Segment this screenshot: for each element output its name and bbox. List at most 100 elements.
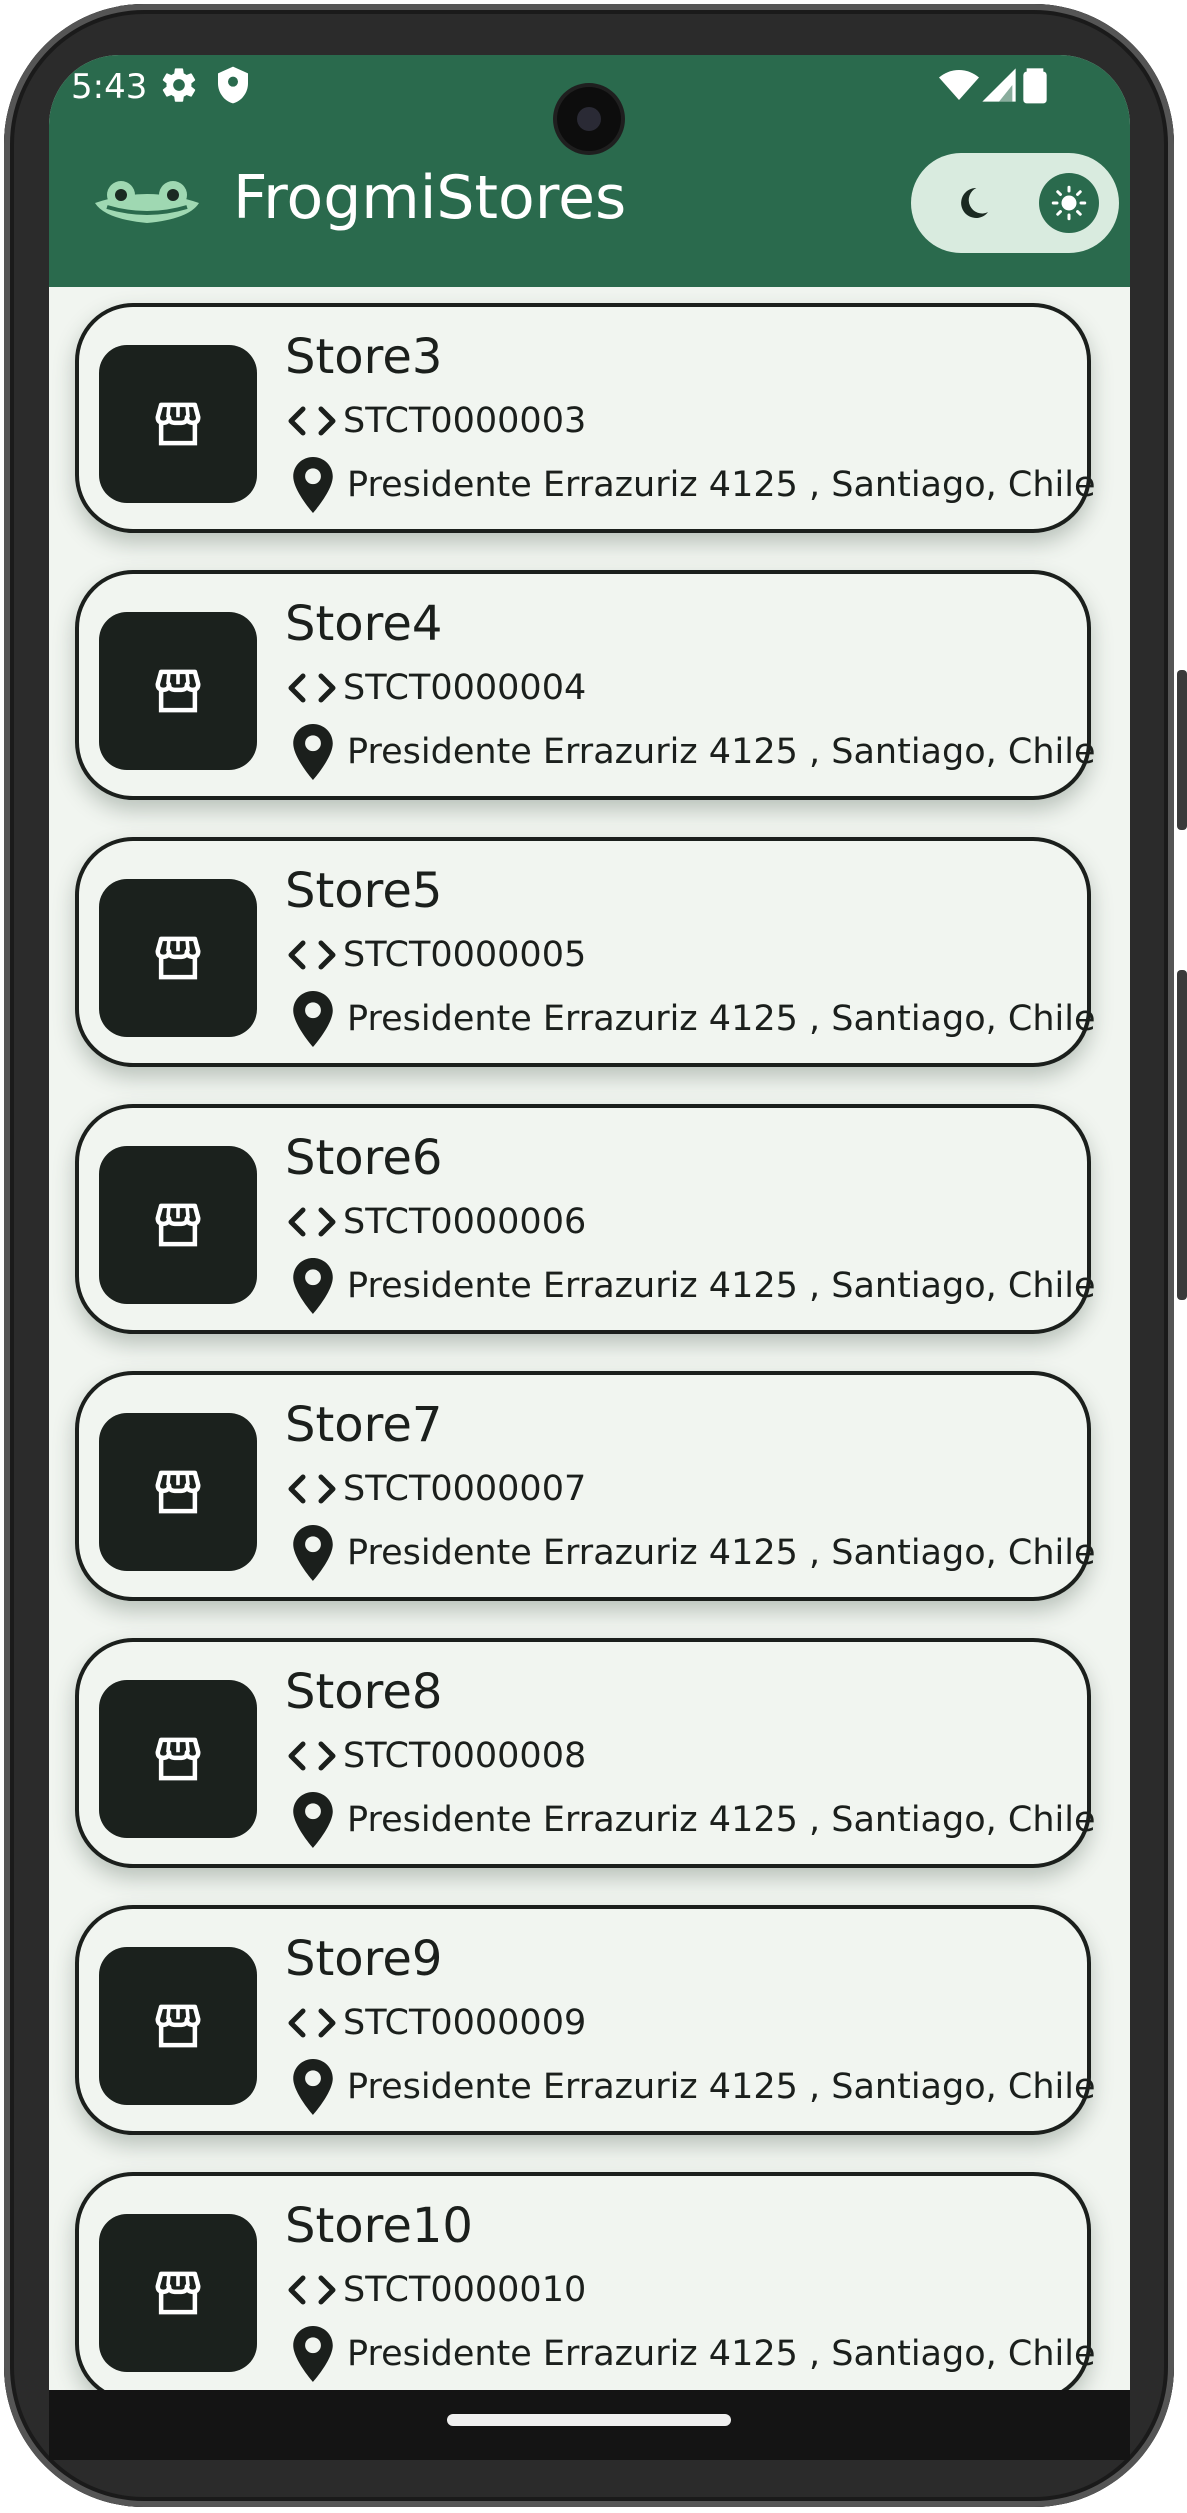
store-code-row: STCT0000008	[285, 1736, 586, 1776]
moon-icon[interactable]	[953, 183, 993, 223]
storefront-icon	[155, 1737, 201, 1781]
code-brackets-icon	[288, 1741, 336, 1771]
store-address: Presidente Errazuriz 4125 , Santiago, Ch…	[347, 732, 1096, 772]
front-camera	[557, 87, 621, 151]
store-card[interactable]: Store9 STCT0000009 Presidente Errazuriz …	[75, 1905, 1095, 2135]
store-code-row: STCT0000006	[285, 1202, 586, 1242]
location-pin-icon	[293, 457, 333, 513]
store-name: Store3	[285, 329, 443, 385]
home-gesture-handle[interactable]	[447, 2414, 731, 2426]
store-code: STCT0000007	[343, 1469, 587, 1509]
storefront-icon	[155, 2004, 201, 2048]
store-code-row: STCT0000003	[285, 401, 586, 441]
store-name: Store9	[285, 1931, 443, 1987]
store-thumbnail	[99, 345, 257, 503]
store-thumbnail	[99, 1146, 257, 1304]
code-brackets-icon	[288, 2275, 336, 2305]
storefront-icon	[155, 1203, 201, 1247]
store-name: Store6	[285, 1130, 443, 1186]
store-thumbnail	[99, 1413, 257, 1571]
store-code-row: STCT0000004	[285, 668, 586, 708]
store-address: Presidente Errazuriz 4125 , Santiago, Ch…	[347, 1533, 1096, 1573]
storefront-icon	[155, 669, 201, 713]
store-code: STCT0000008	[343, 1736, 587, 1776]
store-thumbnail	[99, 879, 257, 1037]
store-card[interactable]: Store5 STCT0000005 Presidente Errazuriz …	[75, 837, 1095, 1067]
location-pin-icon	[293, 1258, 333, 1314]
storefront-icon	[155, 2271, 201, 2315]
store-address: Presidente Errazuriz 4125 , Santiago, Ch…	[347, 2067, 1096, 2107]
store-code-row: STCT0000009	[285, 2003, 586, 2043]
store-code-row: STCT0000010	[285, 2270, 586, 2310]
location-pin-icon	[293, 2059, 333, 2115]
power-button	[1177, 670, 1187, 830]
store-thumbnail	[99, 1680, 257, 1838]
shield-icon	[218, 66, 248, 104]
location-pin-icon	[293, 1525, 333, 1581]
store-card[interactable]: Store4 STCT0000004 Presidente Errazuriz …	[75, 570, 1095, 800]
store-address-row: Presidente Errazuriz 4125 , Santiago, Ch…	[293, 991, 1095, 1047]
store-card[interactable]: Store7 STCT0000007 Presidente Errazuriz …	[75, 1371, 1095, 1601]
app-title: FrogmiStores	[233, 163, 627, 233]
code-brackets-icon	[288, 406, 336, 436]
store-address-row: Presidente Errazuriz 4125 , Santiago, Ch…	[293, 2059, 1095, 2115]
app-bar: 5:43 FrogmiStores	[49, 55, 1130, 287]
location-pin-icon	[293, 1792, 333, 1848]
store-address: Presidente Errazuriz 4125 , Santiago, Ch…	[347, 1266, 1096, 1306]
store-name: Store10	[285, 2198, 473, 2254]
store-address-row: Presidente Errazuriz 4125 , Santiago, Ch…	[293, 1792, 1095, 1848]
store-code-row: STCT0000007	[285, 1469, 586, 1509]
store-code: STCT0000004	[343, 668, 587, 708]
store-address: Presidente Errazuriz 4125 , Santiago, Ch…	[347, 465, 1096, 505]
store-address-row: Presidente Errazuriz 4125 , Santiago, Ch…	[293, 457, 1095, 513]
store-thumbnail	[99, 612, 257, 770]
store-code: STCT0000003	[343, 401, 587, 441]
store-thumbnail	[99, 1947, 257, 2105]
storefront-icon	[155, 402, 201, 446]
store-card[interactable]: Store6 STCT0000006 Presidente Errazuriz …	[75, 1104, 1095, 1334]
store-code: STCT0000005	[343, 935, 587, 975]
volume-button	[1177, 970, 1187, 1300]
store-name: Store8	[285, 1664, 443, 1720]
code-brackets-icon	[288, 673, 336, 703]
wifi-icon	[939, 70, 979, 100]
code-brackets-icon	[288, 2008, 336, 2038]
store-code: STCT0000010	[343, 2270, 587, 2310]
store-address-row: Presidente Errazuriz 4125 , Santiago, Ch…	[293, 1525, 1095, 1581]
store-code: STCT0000009	[343, 2003, 587, 2043]
phone-device: 5:43 FrogmiStores Store3 STCT0000003 Pre…	[0, 0, 1187, 2513]
store-card[interactable]: Store8 STCT0000008 Presidente Errazuriz …	[75, 1638, 1095, 1868]
location-pin-icon	[293, 991, 333, 1047]
battery-icon	[1023, 68, 1047, 104]
sun-toggle-knob[interactable]	[1039, 173, 1099, 233]
location-pin-icon	[293, 2326, 333, 2382]
store-thumbnail	[99, 2214, 257, 2372]
code-brackets-icon	[288, 1474, 336, 1504]
theme-toggle[interactable]	[911, 153, 1119, 253]
store-code: STCT0000006	[343, 1202, 587, 1242]
store-name: Store5	[285, 863, 443, 919]
store-address-row: Presidente Errazuriz 4125 , Santiago, Ch…	[293, 1258, 1095, 1314]
status-time: 5:43	[71, 67, 148, 107]
code-brackets-icon	[288, 1207, 336, 1237]
store-name: Store7	[285, 1397, 443, 1453]
storefront-icon	[155, 936, 201, 980]
store-address: Presidente Errazuriz 4125 , Santiago, Ch…	[347, 1800, 1096, 1840]
location-pin-icon	[293, 724, 333, 780]
store-card[interactable]: Store10 STCT0000010 Presidente Errazuriz…	[75, 2172, 1095, 2390]
signal-icon	[982, 68, 1016, 102]
store-list[interactable]: Store3 STCT0000003 Presidente Errazuriz …	[49, 287, 1130, 2390]
store-code-row: STCT0000005	[285, 935, 586, 975]
store-address: Presidente Errazuriz 4125 , Santiago, Ch…	[347, 2334, 1096, 2374]
gear-icon	[162, 68, 196, 102]
code-brackets-icon	[288, 940, 336, 970]
store-address: Presidente Errazuriz 4125 , Santiago, Ch…	[347, 999, 1096, 1039]
sun-icon	[1051, 185, 1087, 221]
store-card[interactable]: Store3 STCT0000003 Presidente Errazuriz …	[75, 303, 1095, 533]
store-address-row: Presidente Errazuriz 4125 , Santiago, Ch…	[293, 2326, 1095, 2382]
storefront-icon	[155, 1470, 201, 1514]
store-name: Store4	[285, 596, 443, 652]
system-navigation-bar	[49, 2390, 1130, 2460]
screen: 5:43 FrogmiStores Store3 STCT0000003 Pre…	[49, 55, 1130, 2390]
frog-logo-icon	[95, 181, 199, 223]
